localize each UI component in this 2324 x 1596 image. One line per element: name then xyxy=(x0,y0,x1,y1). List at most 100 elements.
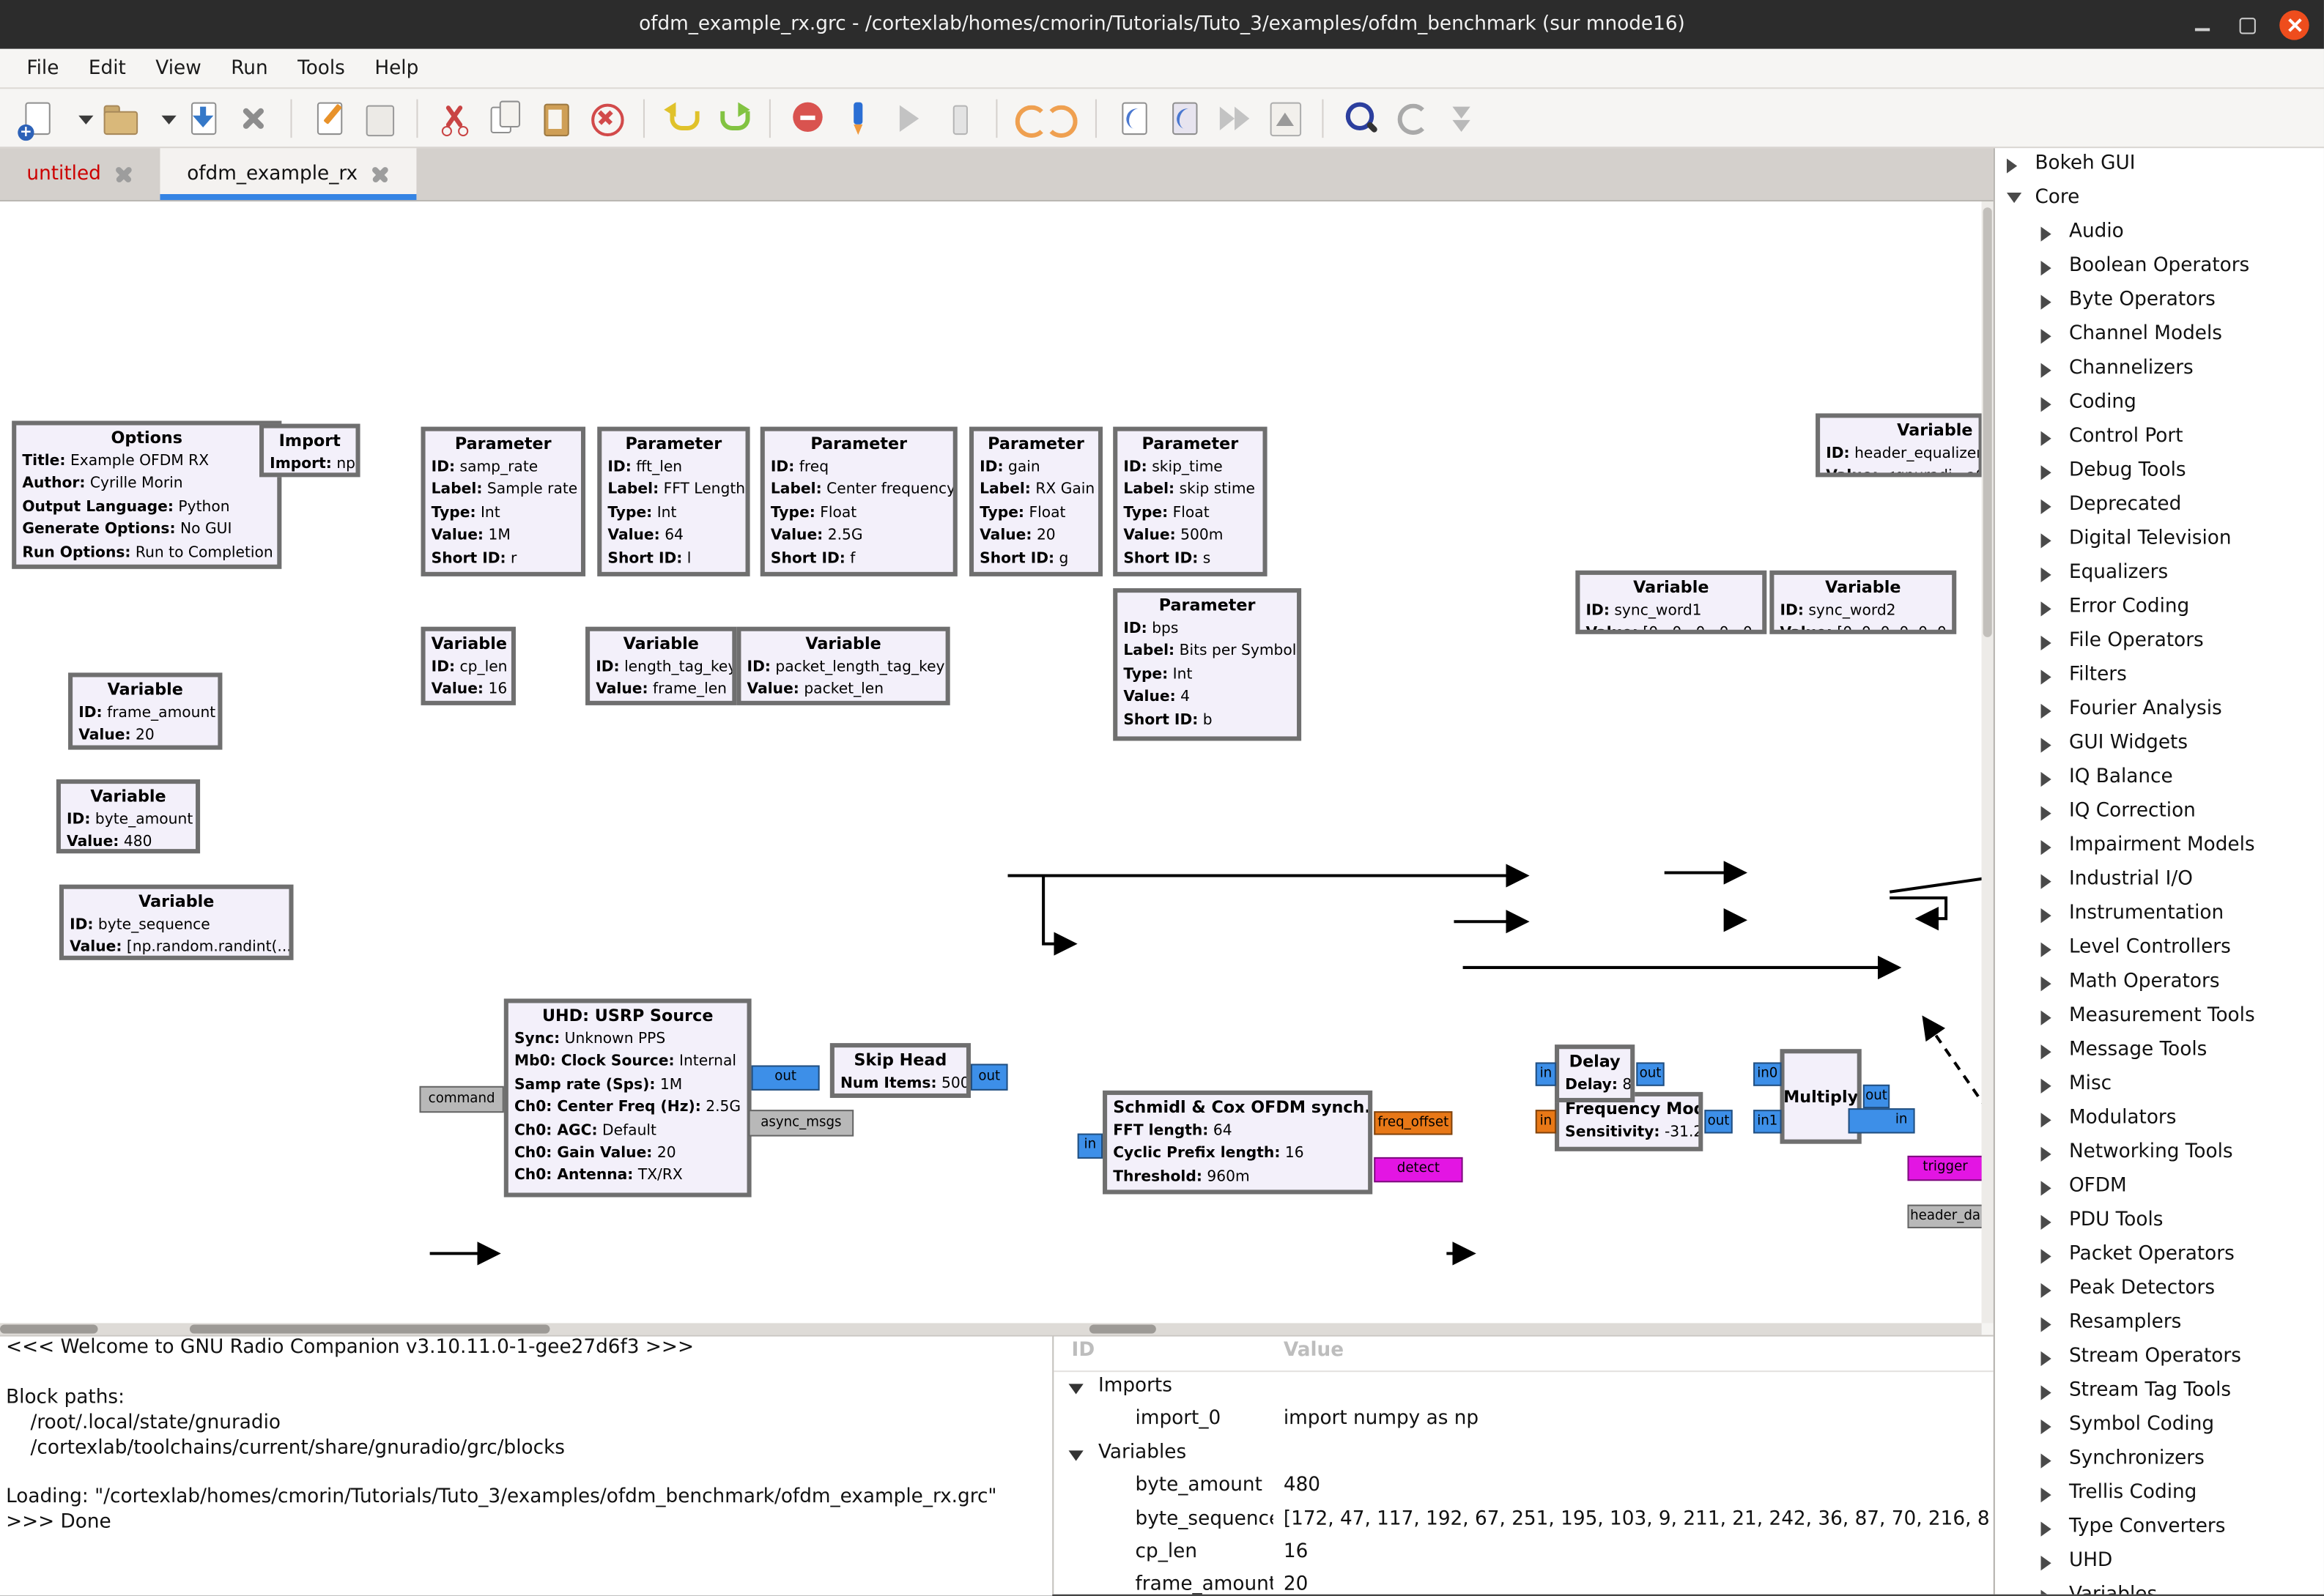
connect-probe-icon[interactable] xyxy=(1111,95,1156,140)
port-multiply-in1[interactable]: in1 xyxy=(1753,1110,1781,1133)
chevron-right-icon[interactable] xyxy=(2041,1215,2051,1230)
undo-icon[interactable] xyxy=(659,95,704,140)
expander-icon[interactable] xyxy=(1069,1450,1084,1460)
upload-icon[interactable] xyxy=(1263,95,1308,140)
sidebar-item-resamplers[interactable]: Resamplers xyxy=(1995,1307,2324,1341)
chevron-right-icon[interactable] xyxy=(2041,431,2051,446)
block-param-gain[interactable]: ParameterID: gainLabel: RX GainType: Flo… xyxy=(969,427,1103,576)
menu-run[interactable]: Run xyxy=(216,53,283,83)
chevron-right-icon[interactable] xyxy=(2041,295,2051,310)
errors-icon[interactable] xyxy=(785,95,830,140)
chevron-right-icon[interactable] xyxy=(2041,397,2051,412)
maximize-icon[interactable] xyxy=(2235,12,2259,36)
caret-icon[interactable] xyxy=(65,95,92,140)
sidebar-item-misc[interactable]: Misc xyxy=(1995,1069,2324,1103)
sidebar-item-uhd[interactable]: UHD xyxy=(1995,1545,2324,1580)
tab-ofdm_example_rx[interactable]: ofdm_example_rx xyxy=(160,148,417,200)
chevron-right-icon[interactable] xyxy=(2041,1181,2051,1195)
chevron-right-icon[interactable] xyxy=(2041,601,2051,616)
kill-icon[interactable] xyxy=(936,95,981,140)
search-icon[interactable] xyxy=(1339,95,1383,140)
block-var-byte-amount[interactable]: VariableID: byte_amountValue: 480 xyxy=(56,779,200,853)
chevron-right-icon[interactable] xyxy=(2041,227,2051,242)
menu-edit[interactable]: Edit xyxy=(74,53,141,83)
port-usrp-async-msgs[interactable]: async_msgs xyxy=(749,1110,854,1136)
sidebar-item-audio[interactable]: Audio xyxy=(1995,216,2324,250)
chevron-right-icon[interactable] xyxy=(2041,1044,2051,1059)
block-var-cp-len[interactable]: VariableID: cp_lenValue: 16 xyxy=(421,627,516,705)
chevron-right-icon[interactable] xyxy=(2041,1249,2051,1263)
edit-props-icon[interactable] xyxy=(307,95,352,140)
sidebar-item-networking-tools[interactable]: Networking Tools xyxy=(1995,1137,2324,1171)
menu-view[interactable]: View xyxy=(141,53,216,83)
block-var-byte-sequence[interactable]: VariableID: byte_sequenceValue: [np.rand… xyxy=(59,885,294,960)
port-detect[interactable]: detect xyxy=(1374,1157,1462,1182)
chevron-down-icon[interactable] xyxy=(2007,193,2021,203)
chevron-right-icon[interactable] xyxy=(2041,1113,2051,1127)
chevron-right-icon[interactable] xyxy=(2041,772,2051,787)
sidebar-item-math-operators[interactable]: Math Operators xyxy=(1995,966,2324,1001)
sidebar-item-synchronizers[interactable]: Synchronizers xyxy=(1995,1443,2324,1477)
flowgraph-canvas[interactable]: OptionsTitle: Example OFDM RXAuthor: Cyr… xyxy=(0,201,1982,1323)
tab-close-icon[interactable] xyxy=(371,165,390,184)
sidebar-item-core[interactable]: Core xyxy=(1995,182,2324,217)
chevron-right-icon[interactable] xyxy=(2041,533,2051,548)
reload-icon[interactable] xyxy=(1013,95,1081,140)
port-usrp-command[interactable]: command xyxy=(419,1086,503,1113)
block-library-sidebar[interactable]: Bokeh GUICoreAudioBoolean OperatorsByte … xyxy=(1994,148,2324,1594)
port-skip-head-out[interactable]: out xyxy=(971,1064,1008,1090)
collapse-all-icon[interactable] xyxy=(1439,95,1484,140)
sidebar-item-type-converters[interactable]: Type Converters xyxy=(1995,1511,2324,1545)
block-skip-head[interactable]: Skip HeadNum Items: 500k xyxy=(830,1043,971,1098)
close-window-icon[interactable] xyxy=(2279,10,2309,39)
sidebar-item-impairment-models[interactable]: Impairment Models xyxy=(1995,830,2324,864)
variable-row-byte_amount[interactable]: byte_amount480 xyxy=(1054,1471,1994,1504)
sidebar-item-trellis-coding[interactable]: Trellis Coding xyxy=(1995,1477,2324,1512)
chevron-right-icon[interactable] xyxy=(2041,840,2051,855)
cut-icon[interactable] xyxy=(433,95,478,140)
port-delay-in[interactable]: in xyxy=(1536,1062,1556,1085)
chevron-right-icon[interactable] xyxy=(2041,806,2051,820)
chevron-right-icon[interactable] xyxy=(2041,976,2051,991)
chevron-right-icon[interactable] xyxy=(2041,704,2051,719)
sidebar-item-pdu-tools[interactable]: PDU Tools xyxy=(1995,1205,2324,1239)
tab-close-icon[interactable] xyxy=(114,165,133,184)
close-doc-icon[interactable] xyxy=(232,95,276,140)
chevron-right-icon[interactable] xyxy=(2041,329,2051,344)
tree-group-variables[interactable]: Variables xyxy=(1054,1439,1994,1471)
chevron-right-icon[interactable] xyxy=(2041,568,2051,582)
sidebar-item-channel-models[interactable]: Channel Models xyxy=(1995,319,2324,353)
sidebar-item-packet-operators[interactable]: Packet Operators xyxy=(1995,1239,2324,1273)
sidebar-item-bokeh-gui[interactable]: Bokeh GUI xyxy=(1995,148,2324,182)
sidebar-item-modulators[interactable]: Modulators xyxy=(1995,1102,2324,1137)
block-options[interactable]: OptionsTitle: Example OFDM RXAuthor: Cyr… xyxy=(12,421,281,569)
sidebar-item-deprecated[interactable]: Deprecated xyxy=(1995,489,2324,524)
block-param-skip-time[interactable]: ParameterID: skip_timeLabel: skip stimeT… xyxy=(1113,427,1267,576)
fast-forward-icon[interactable] xyxy=(1213,95,1257,140)
v-scroll-thumb[interactable] xyxy=(1983,207,1992,637)
title-bar[interactable]: ofdm_example_rx.grc - /cortexlab/homes/c… xyxy=(0,0,2324,49)
connect-probe2-icon[interactable] xyxy=(1162,95,1207,140)
chevron-right-icon[interactable] xyxy=(2041,1011,2051,1025)
open-folder-icon[interactable] xyxy=(98,95,143,140)
block-param-freq[interactable]: ParameterID: freqLabel: Center frequency… xyxy=(761,427,958,576)
port-multiply-in0[interactable]: in0 xyxy=(1753,1062,1781,1085)
copy-icon[interactable] xyxy=(483,95,528,140)
sidebar-item-coding[interactable]: Coding xyxy=(1995,387,2324,421)
block-param-bps[interactable]: ParameterID: bpsLabel: Bits per SymbolTy… xyxy=(1113,588,1301,741)
sidebar-item-industrial-i-o[interactable]: Industrial I/O xyxy=(1995,864,2324,898)
sidebar-item-file-operators[interactable]: File Operators xyxy=(1995,626,2324,660)
sidebar-item-error-coding[interactable]: Error Coding xyxy=(1995,591,2324,626)
chevron-right-icon[interactable] xyxy=(2041,1283,2051,1298)
h-scroll-thumb[interactable] xyxy=(0,1324,98,1333)
block-import[interactable]: ImportImport: np xyxy=(259,424,360,478)
sidebar-item-ofdm[interactable]: OFDM xyxy=(1995,1170,2324,1205)
chevron-right-icon[interactable] xyxy=(2041,1419,2051,1434)
sidebar-item-filters[interactable]: Filters xyxy=(1995,659,2324,694)
block-var-sync-word2[interactable]: VariableID: sync_word2Value: [0, 0, 0, 0… xyxy=(1769,571,1956,634)
port-freq-mod-in[interactable]: in xyxy=(1536,1110,1556,1133)
block-var-frame-amount[interactable]: VariableID: frame_amountValue: 20 xyxy=(68,672,222,749)
caret-icon[interactable] xyxy=(148,95,174,140)
chevron-right-icon[interactable] xyxy=(2007,158,2017,173)
chevron-right-icon[interactable] xyxy=(2041,875,2051,889)
